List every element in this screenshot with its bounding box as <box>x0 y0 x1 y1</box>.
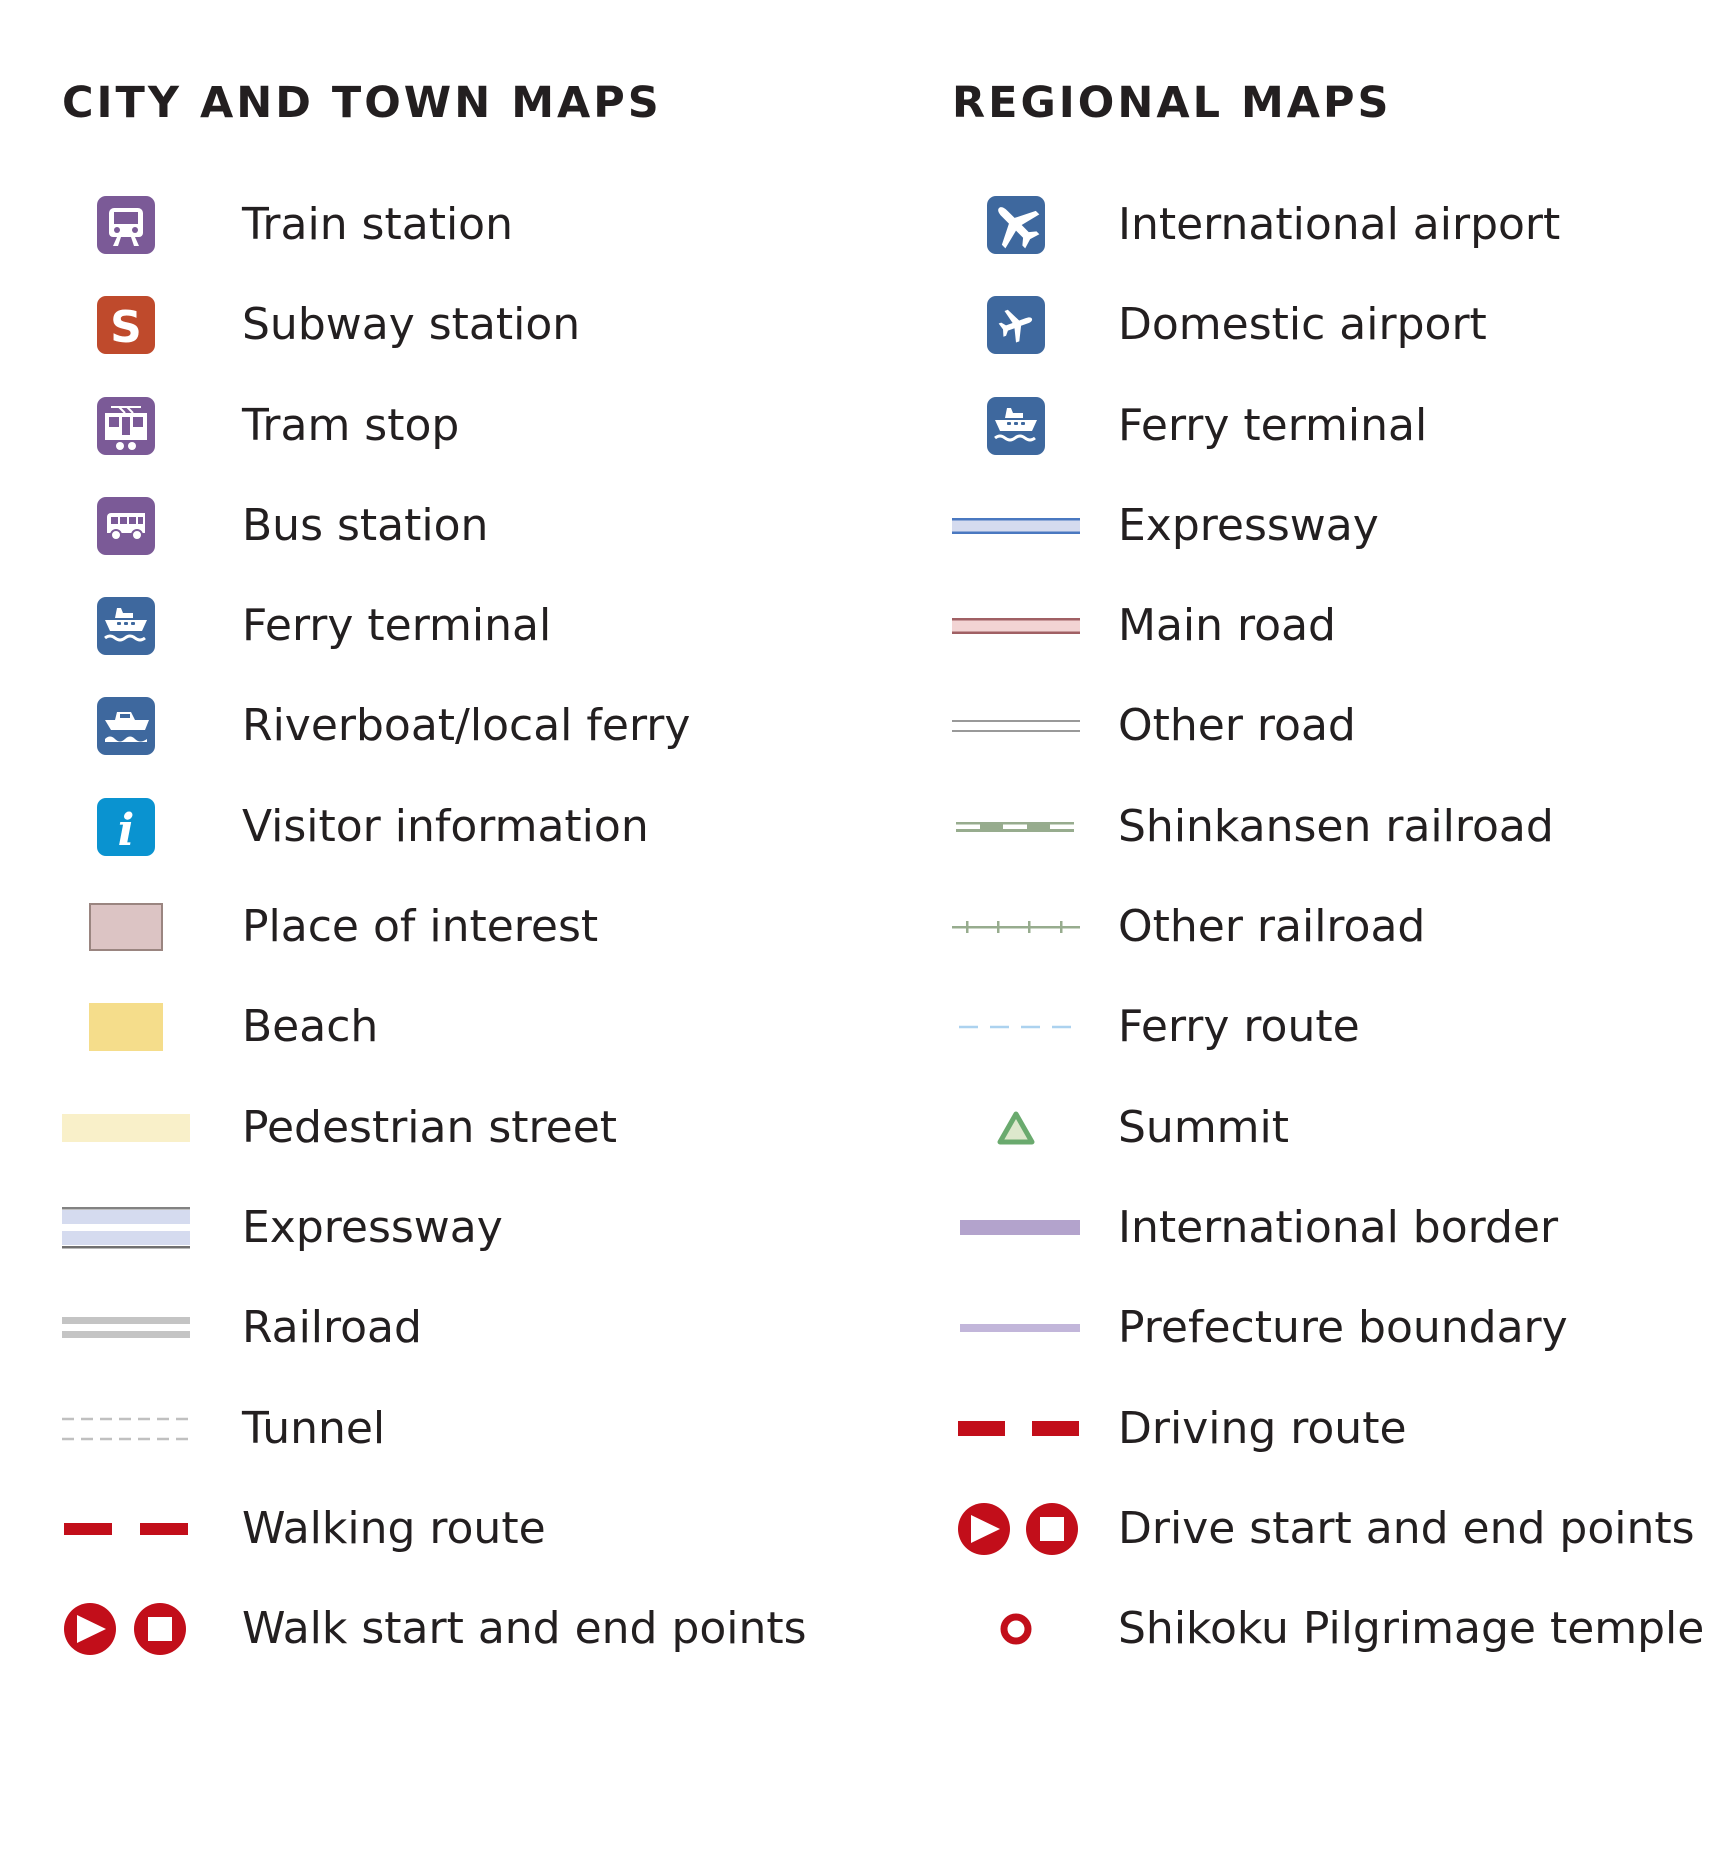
other-railroad-line <box>952 921 1080 934</box>
temple-icon <box>1000 1613 1032 1645</box>
driving-route-line <box>958 1421 1079 1437</box>
expressway-line <box>952 517 1080 534</box>
legend-label: Riverboat/local ferry <box>242 700 691 752</box>
prefecture-boundary-line <box>960 1324 1080 1333</box>
legend-label: International airport <box>1118 199 1561 250</box>
ferry-route-line <box>959 1026 1074 1029</box>
train-icon <box>97 196 155 254</box>
walking-route-line <box>64 1522 188 1535</box>
legend-label: Place of interest <box>242 901 599 953</box>
legend-label: Visitor information <box>242 800 649 852</box>
legend-label: Ferry route <box>1118 1001 1360 1053</box>
riverboat-icon <box>97 697 155 756</box>
svg-text:S: S <box>110 302 142 353</box>
railroad-line <box>62 1317 190 1339</box>
info-icon: i <box>97 797 155 856</box>
legend-label: Tram stop <box>242 399 460 451</box>
legend-label: Pedestrian street <box>242 1101 618 1153</box>
legend-label: Domestic airport <box>1118 299 1487 351</box>
legend-label: Main road <box>1118 600 1336 652</box>
tram-icon <box>97 396 155 455</box>
expressway-line <box>62 1206 190 1249</box>
legend-label: Subway station <box>242 299 581 351</box>
legend-label: Ferry terminal <box>242 600 552 652</box>
start-end-points-icon <box>958 1502 1078 1555</box>
legend-label: Walk start and end points <box>242 1603 807 1655</box>
legend-label: Tunnel <box>242 1402 386 1454</box>
domestic-airport-icon <box>987 296 1045 355</box>
legend-label: Driving route <box>1118 1402 1407 1454</box>
legend-label: Train station <box>242 199 513 250</box>
legend-label: Shinkansen railroad <box>1118 800 1554 852</box>
legend-label: Walking route <box>242 1502 546 1554</box>
legend-label: Other road <box>1118 700 1356 752</box>
legend-label: Beach <box>242 1001 379 1053</box>
start-end-points-icon <box>64 1603 186 1656</box>
legend-label: Expressway <box>242 1201 503 1253</box>
tunnel-line <box>62 1417 190 1440</box>
place-of-interest-swatch <box>89 903 163 952</box>
international-border-line <box>960 1220 1080 1236</box>
legend-label: Railroad <box>242 1302 422 1354</box>
section-heading: REGIONAL MAPS <box>952 78 1392 128</box>
shinkansen-railroad-line <box>956 821 1074 832</box>
ferry-icon <box>97 597 155 656</box>
subway-icon: S <box>97 296 155 355</box>
legend-label: Drive start and end points <box>1118 1502 1695 1554</box>
main-road-line <box>952 618 1080 635</box>
other-road-line <box>952 720 1080 733</box>
section-heading: CITY AND TOWN MAPS <box>62 78 662 128</box>
pedestrian-street-line <box>62 1113 190 1142</box>
beach-swatch <box>89 1003 163 1052</box>
legend-label: Other railroad <box>1118 901 1426 953</box>
ferry-icon <box>987 396 1045 455</box>
legend-label: Ferry terminal <box>1118 399 1428 451</box>
summit-icon <box>997 1111 1035 1145</box>
bus-icon <box>97 496 155 555</box>
legend-label: International border <box>1118 1201 1559 1253</box>
legend-label: Shikoku Pilgrimage temple <box>1118 1603 1705 1655</box>
legend-label: Bus station <box>242 499 489 551</box>
legend-label: Summit <box>1118 1101 1290 1153</box>
legend-label: Expressway <box>1118 499 1379 551</box>
svg-text:i: i <box>118 805 135 856</box>
international-airport-icon <box>987 196 1045 254</box>
legend-label: Prefecture boundary <box>1118 1302 1568 1354</box>
